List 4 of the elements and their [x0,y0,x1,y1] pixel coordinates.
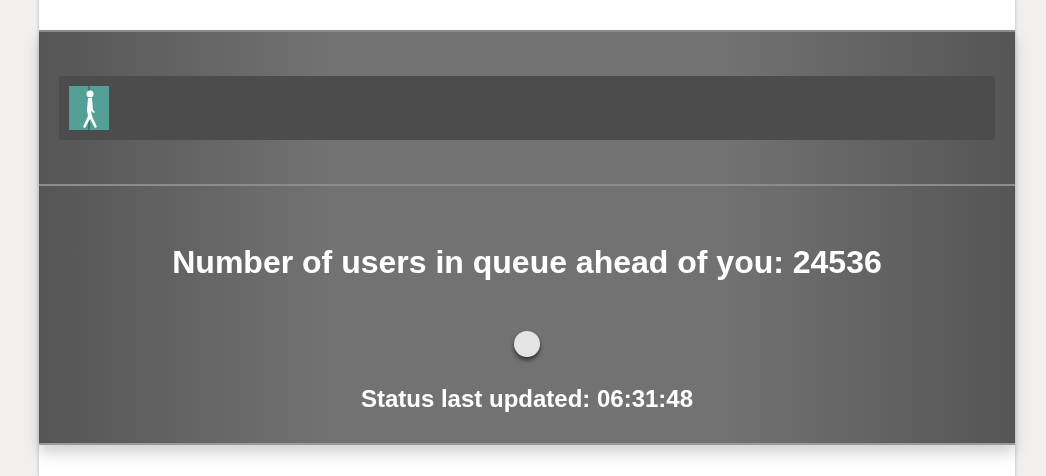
status-text: Status last updated: 06:31:48 [360,385,694,413]
loading-indicator-icon [514,331,540,357]
walking-person-icon [69,86,109,130]
queue-message: Number of users in queue ahead of you: 24536 [172,244,882,281]
